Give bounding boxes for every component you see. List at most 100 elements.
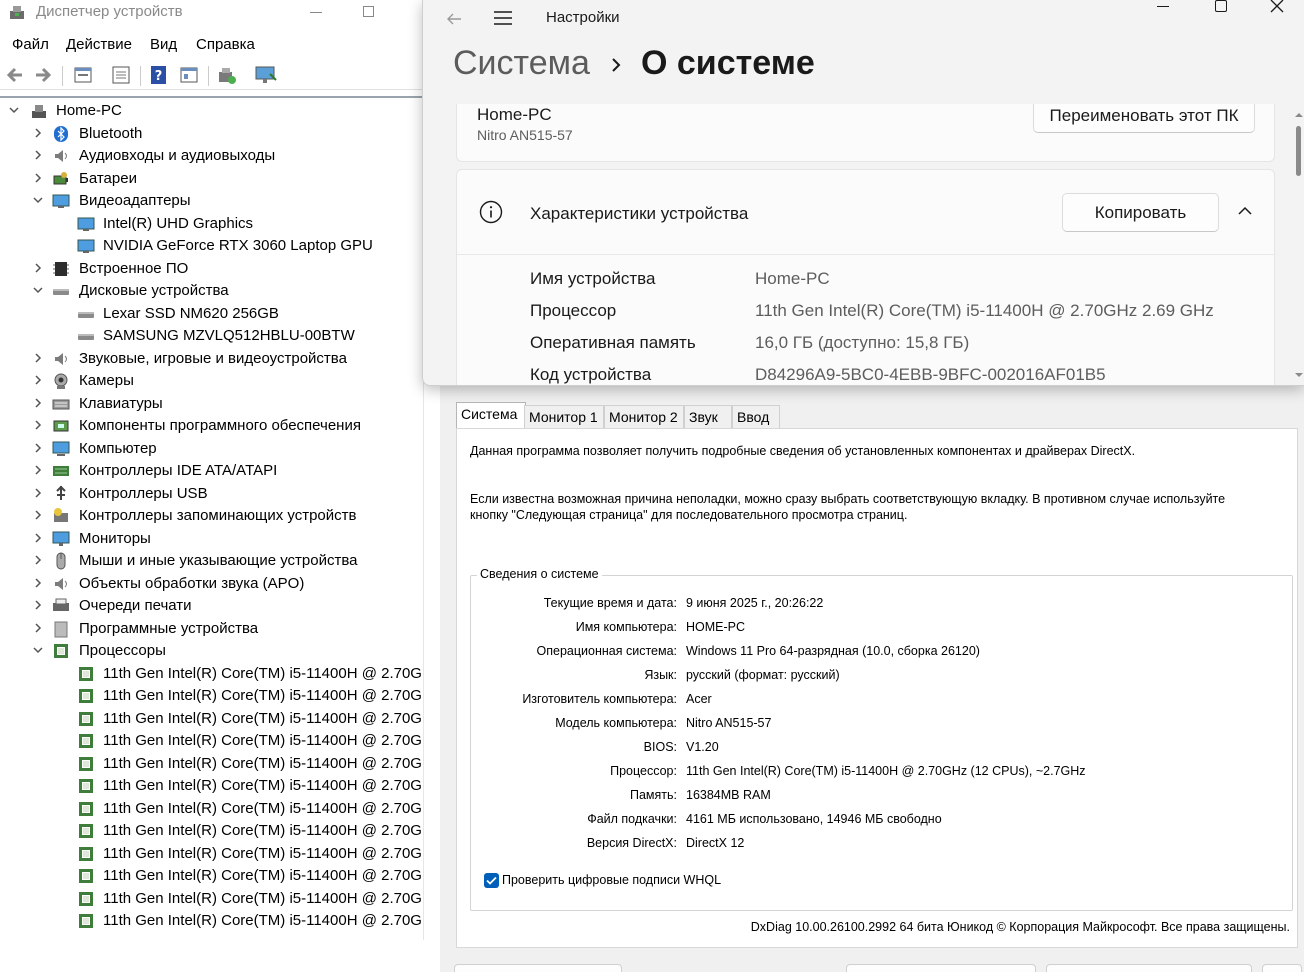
chevron-right-icon[interactable] bbox=[32, 532, 44, 544]
tree-category-row[interactable]: Клавиатуры bbox=[0, 393, 423, 415]
back-arrow-icon[interactable] bbox=[445, 10, 463, 28]
chevron-up-icon[interactable] bbox=[1237, 206, 1253, 216]
list-view-icon[interactable] bbox=[110, 64, 132, 86]
scan-hardware-icon[interactable] bbox=[216, 64, 238, 86]
chevron-right-icon[interactable] bbox=[32, 487, 44, 499]
chevron-right-icon[interactable] bbox=[32, 442, 44, 454]
chevron-right-icon[interactable] bbox=[32, 622, 44, 634]
tree-device-row[interactable]: SAMSUNG MZVLQ512HBLU-00BTW bbox=[0, 325, 423, 347]
tree-category-row[interactable]: Очереди печати bbox=[0, 595, 423, 617]
tab-monitor-2[interactable]: Монитор 2 bbox=[604, 405, 684, 428]
chevron-right-icon[interactable] bbox=[32, 554, 44, 566]
view-icon[interactable] bbox=[178, 64, 200, 86]
tree-category-row[interactable]: Встроенное ПО bbox=[0, 258, 423, 280]
tree-root-row[interactable]: Home-PC bbox=[0, 100, 423, 122]
tree-category-row[interactable]: Программные устройства bbox=[0, 618, 423, 640]
chevron-down-icon[interactable] bbox=[32, 194, 44, 206]
tree-device-row[interactable]: 11th Gen Intel(R) Core(TM) i5-11400H @ 2… bbox=[0, 775, 423, 797]
tree-device-row[interactable]: 11th Gen Intel(R) Core(TM) i5-11400H @ 2… bbox=[0, 730, 423, 752]
hamburger-menu-icon[interactable] bbox=[493, 10, 513, 26]
software-device-icon bbox=[54, 621, 68, 637]
chevron-right-icon[interactable] bbox=[32, 397, 44, 409]
tree-category-row[interactable]: Контроллеры запоминающих устройств bbox=[0, 505, 423, 527]
tree-category-row[interactable]: Аудиовходы и аудиовыходы bbox=[0, 145, 423, 167]
device-manager-title: Диспетчер устройств bbox=[36, 3, 183, 20]
tree-device-row[interactable]: Lexar SSD NM620 256GB bbox=[0, 303, 423, 325]
scroll-down-icon[interactable] bbox=[1293, 370, 1304, 380]
whql-checkbox[interactable] bbox=[484, 873, 499, 888]
scroll-thumb[interactable] bbox=[1296, 126, 1301, 176]
menu-help[interactable]: Справка bbox=[196, 36, 255, 53]
whql-label: Проверить цифровые подписи WHQL bbox=[502, 873, 722, 887]
tree-category-row[interactable]: Объекты обработки звука (APO) bbox=[0, 573, 423, 595]
chevron-right-icon[interactable] bbox=[32, 149, 44, 161]
chevron-right-icon[interactable] bbox=[32, 127, 44, 139]
tree-device-row[interactable]: 11th Gen Intel(R) Core(TM) i5-11400H @ 2… bbox=[0, 888, 423, 910]
rename-pc-button[interactable]: Переименовать этот ПК bbox=[1033, 104, 1255, 133]
chevron-right-icon[interactable] bbox=[32, 599, 44, 611]
minimize-button[interactable] bbox=[310, 12, 322, 13]
tree-category-row-label: Звуковые, игровые и видеоустройства bbox=[79, 349, 347, 367]
tree-category-row[interactable]: Процессоры bbox=[0, 640, 423, 662]
chevron-right-icon[interactable] bbox=[32, 172, 44, 184]
chevron-right-icon[interactable] bbox=[32, 419, 44, 431]
menu-action[interactable]: Действие bbox=[66, 36, 132, 53]
scroll-up-icon[interactable] bbox=[1293, 110, 1304, 120]
menu-view[interactable]: Вид bbox=[150, 36, 177, 53]
tree-device-row[interactable]: NVIDIA GeForce RTX 3060 Laptop GPU bbox=[0, 235, 423, 257]
minimize-button[interactable] bbox=[1157, 6, 1169, 7]
menu-file[interactable]: Файл bbox=[12, 36, 49, 53]
horizontal-scrollbar[interactable] bbox=[0, 940, 440, 972]
tab-input[interactable]: Ввод bbox=[732, 405, 780, 428]
tree-category-row[interactable]: Bluetooth bbox=[0, 123, 423, 145]
exit-button[interactable] bbox=[1262, 964, 1302, 972]
chevron-right-icon[interactable] bbox=[32, 577, 44, 589]
tree-device-row[interactable]: 11th Gen Intel(R) Core(TM) i5-11400H @ 2… bbox=[0, 663, 423, 685]
tree-category-row[interactable]: Мыши и иные указывающие устройства bbox=[0, 550, 423, 572]
tree-device-row[interactable]: 11th Gen Intel(R) Core(TM) i5-11400H @ 2… bbox=[0, 753, 423, 775]
tree-category-row[interactable]: Звуковые, игровые и видеоустройства bbox=[0, 348, 423, 370]
tab-system[interactable]: Система bbox=[456, 402, 526, 429]
tab-monitor-1[interactable]: Монитор 1 bbox=[524, 405, 604, 428]
chevron-down-icon[interactable] bbox=[32, 644, 44, 656]
tree-category-row[interactable]: Мониторы bbox=[0, 528, 423, 550]
chevron-right-icon[interactable] bbox=[32, 262, 44, 274]
chevron-right-icon[interactable] bbox=[32, 464, 44, 476]
help-icon[interactable]: ? bbox=[148, 64, 170, 86]
tree-device-row[interactable]: 11th Gen Intel(R) Core(TM) i5-11400H @ 2… bbox=[0, 820, 423, 842]
tree-device-row[interactable]: 11th Gen Intel(R) Core(TM) i5-11400H @ 2… bbox=[0, 865, 423, 887]
tree-category-row[interactable]: Видеоадаптеры bbox=[0, 190, 423, 212]
properties-icon[interactable] bbox=[72, 64, 94, 86]
tree-device-row[interactable]: Intel(R) UHD Graphics bbox=[0, 213, 423, 235]
forward-arrow-icon[interactable] bbox=[32, 64, 54, 86]
maximize-button[interactable] bbox=[1215, 0, 1227, 12]
monitor-icon[interactable] bbox=[254, 64, 278, 86]
back-arrow-icon[interactable] bbox=[4, 64, 26, 86]
breadcrumb-parent[interactable]: Система bbox=[453, 44, 590, 83]
tree-device-row[interactable]: 11th Gen Intel(R) Core(TM) i5-11400H @ 2… bbox=[0, 685, 423, 707]
tree-device-row[interactable]: 11th Gen Intel(R) Core(TM) i5-11400H @ 2… bbox=[0, 708, 423, 730]
chevron-down-icon[interactable] bbox=[8, 104, 20, 116]
tree-category-row[interactable]: Контроллеры IDE ATA/ATAPI bbox=[0, 460, 423, 482]
chevron-right-icon[interactable] bbox=[32, 374, 44, 386]
help-button[interactable] bbox=[454, 964, 622, 972]
tree-category-row[interactable]: Камеры bbox=[0, 370, 423, 392]
tree-category-row[interactable]: Компьютер bbox=[0, 438, 423, 460]
tab-sound[interactable]: Звук bbox=[684, 405, 732, 428]
chevron-right-icon[interactable] bbox=[32, 352, 44, 364]
tree-category-row[interactable]: Компоненты программного обеспечения bbox=[0, 415, 423, 437]
next-page-button[interactable] bbox=[846, 964, 1036, 972]
save-info-button[interactable] bbox=[1046, 964, 1252, 972]
tree-category-row[interactable]: Контроллеры USB bbox=[0, 483, 423, 505]
tree-category-row[interactable]: Батареи bbox=[0, 168, 423, 190]
tree-category-row[interactable]: Дисковые устройства bbox=[0, 280, 423, 302]
close-icon[interactable] bbox=[1269, 0, 1285, 14]
tree-device-row[interactable]: 11th Gen Intel(R) Core(TM) i5-11400H @ 2… bbox=[0, 910, 423, 932]
chevron-right-icon[interactable] bbox=[32, 509, 44, 521]
chevron-down-icon[interactable] bbox=[32, 284, 44, 296]
tree-device-row[interactable]: 11th Gen Intel(R) Core(TM) i5-11400H @ 2… bbox=[0, 798, 423, 820]
copy-button[interactable]: Копировать bbox=[1062, 193, 1219, 232]
tree-device-row[interactable]: 11th Gen Intel(R) Core(TM) i5-11400H @ 2… bbox=[0, 843, 423, 865]
device-manager-titlebar[interactable]: Диспетчер устройств bbox=[0, 0, 440, 28]
maximize-button[interactable] bbox=[363, 6, 374, 17]
